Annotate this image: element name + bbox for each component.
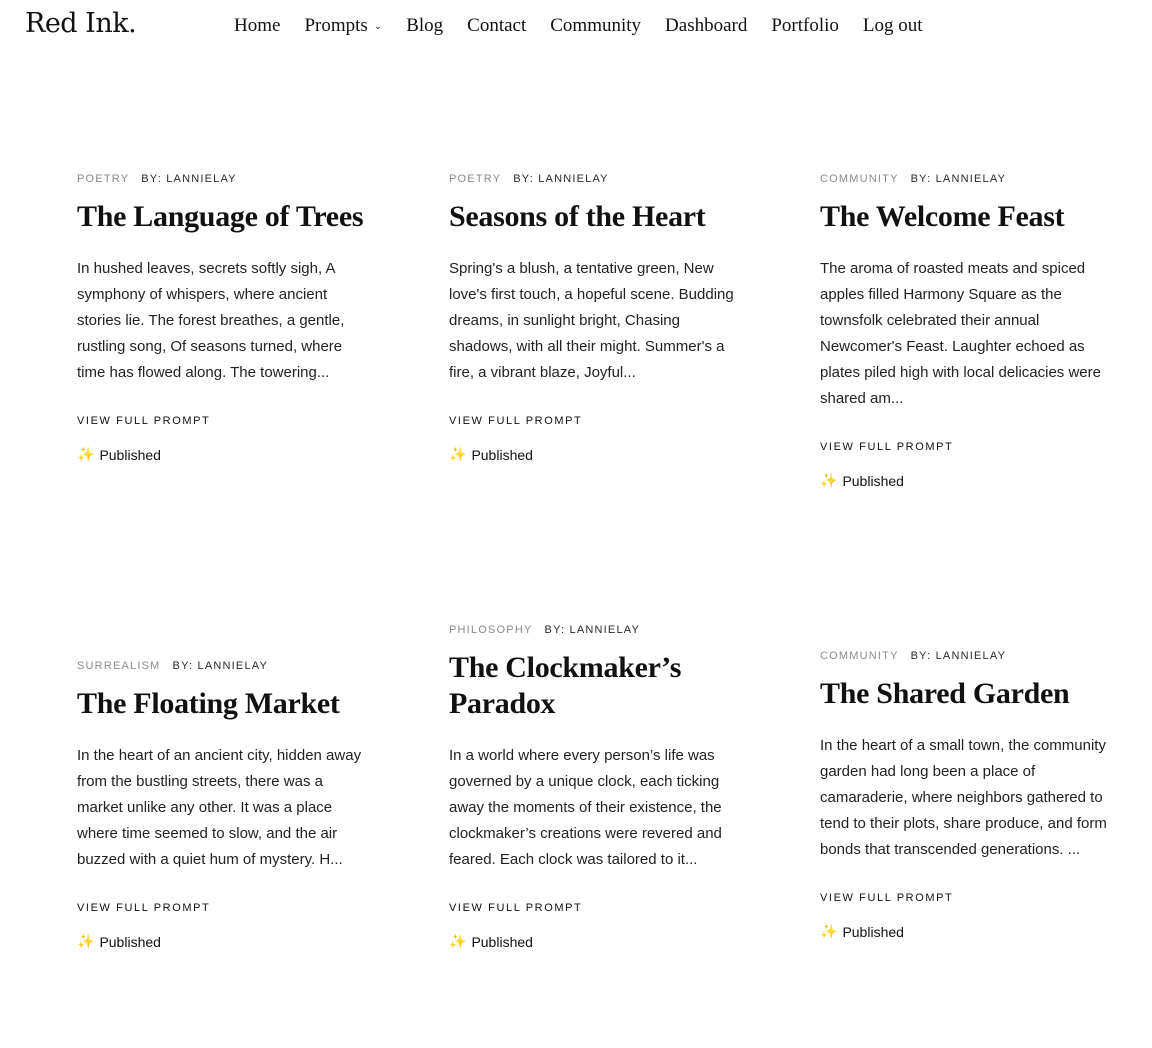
sparkle-icon: ✨	[77, 446, 95, 462]
status-badge: ✨ Published	[449, 933, 739, 950]
view-full-prompt-link[interactable]: VIEW FULL PROMPT	[820, 441, 1110, 453]
card-title[interactable]: The Language of Trees	[77, 199, 367, 235]
card-excerpt: In hushed leaves, secrets softly sigh, A…	[77, 260, 345, 381]
card-title[interactable]: The Welcome Feast	[820, 199, 1110, 235]
category-tag[interactable]: COMMUNITY	[820, 173, 899, 185]
status-badge: ✨ Published	[77, 933, 367, 950]
sparkle-icon: ✨	[449, 933, 467, 949]
view-full-prompt-link[interactable]: VIEW FULL PROMPT	[820, 892, 1110, 904]
author-label[interactable]: BY: LANNIELAY	[141, 173, 237, 185]
status-label: Published	[471, 446, 533, 463]
author-label[interactable]: BY: LANNIELAY	[513, 173, 609, 185]
card-excerpt: Spring's a blush, a tentative green, New…	[449, 260, 734, 381]
prompt-card: POETRY BY: LANNIELAY The Language of Tre…	[77, 173, 367, 463]
prompt-grid: POETRY BY: LANNIELAY The Language of Tre…	[0, 0, 1152, 1048]
author-label[interactable]: BY: LANNIELAY	[911, 173, 1007, 185]
card-meta: POETRY BY: LANNIELAY	[449, 173, 739, 185]
status-badge: ✨ Published	[820, 923, 1110, 940]
card-title[interactable]: Seasons of the Heart	[449, 199, 739, 235]
prompt-card: COMMUNITY BY: LANNIELAY The Welcome Feas…	[820, 173, 1110, 489]
card-meta: SURREALISM BY: LANNIELAY	[77, 660, 367, 672]
prompt-card: POETRY BY: LANNIELAY Seasons of the Hear…	[449, 173, 739, 463]
author-label[interactable]: BY: LANNIELAY	[173, 660, 269, 672]
sparkle-icon: ✨	[820, 472, 838, 488]
card-excerpt: In the heart of an ancient city, hidden …	[77, 747, 362, 868]
category-tag[interactable]: SURREALISM	[77, 660, 161, 672]
status-label: Published	[842, 472, 904, 489]
category-tag[interactable]: POETRY	[449, 173, 501, 185]
card-title[interactable]: The Shared Garden	[820, 676, 1110, 712]
status-badge: ✨ Published	[820, 472, 1110, 489]
sparkle-icon: ✨	[449, 446, 467, 462]
view-full-prompt-link[interactable]: VIEW FULL PROMPT	[449, 902, 739, 914]
status-badge: ✨ Published	[449, 446, 739, 463]
prompt-card: COMMUNITY BY: LANNIELAY The Shared Garde…	[820, 650, 1110, 940]
card-meta: COMMUNITY BY: LANNIELAY	[820, 173, 1110, 185]
sparkle-icon: ✨	[77, 933, 95, 949]
status-label: Published	[471, 933, 533, 950]
card-title[interactable]: The Clockmaker’s Paradox	[449, 650, 739, 722]
status-label: Published	[842, 923, 904, 940]
view-full-prompt-link[interactable]: VIEW FULL PROMPT	[449, 415, 739, 427]
author-label[interactable]: BY: LANNIELAY	[545, 624, 641, 636]
card-excerpt: The aroma of roasted meats and spiced ap…	[820, 260, 1101, 407]
card-excerpt: In a world where every person’s life was…	[449, 747, 722, 868]
view-full-prompt-link[interactable]: VIEW FULL PROMPT	[77, 902, 367, 914]
category-tag[interactable]: COMMUNITY	[820, 650, 899, 662]
card-meta: COMMUNITY BY: LANNIELAY	[820, 650, 1110, 662]
category-tag[interactable]: PHILOSOPHY	[449, 624, 533, 636]
status-label: Published	[99, 933, 161, 950]
prompt-card: PHILOSOPHY BY: LANNIELAY The Clockmaker’…	[449, 624, 739, 950]
card-title[interactable]: The Floating Market	[77, 686, 367, 722]
card-excerpt: In the heart of a small town, the commun…	[820, 737, 1107, 858]
sparkle-icon: ✨	[820, 923, 838, 939]
category-tag[interactable]: POETRY	[77, 173, 129, 185]
status-badge: ✨ Published	[77, 446, 367, 463]
view-full-prompt-link[interactable]: VIEW FULL PROMPT	[77, 415, 367, 427]
prompt-card: SURREALISM BY: LANNIELAY The Floating Ma…	[77, 660, 367, 950]
card-meta: POETRY BY: LANNIELAY	[77, 173, 367, 185]
author-label[interactable]: BY: LANNIELAY	[911, 650, 1007, 662]
card-meta: PHILOSOPHY BY: LANNIELAY	[449, 624, 739, 636]
status-label: Published	[99, 446, 161, 463]
